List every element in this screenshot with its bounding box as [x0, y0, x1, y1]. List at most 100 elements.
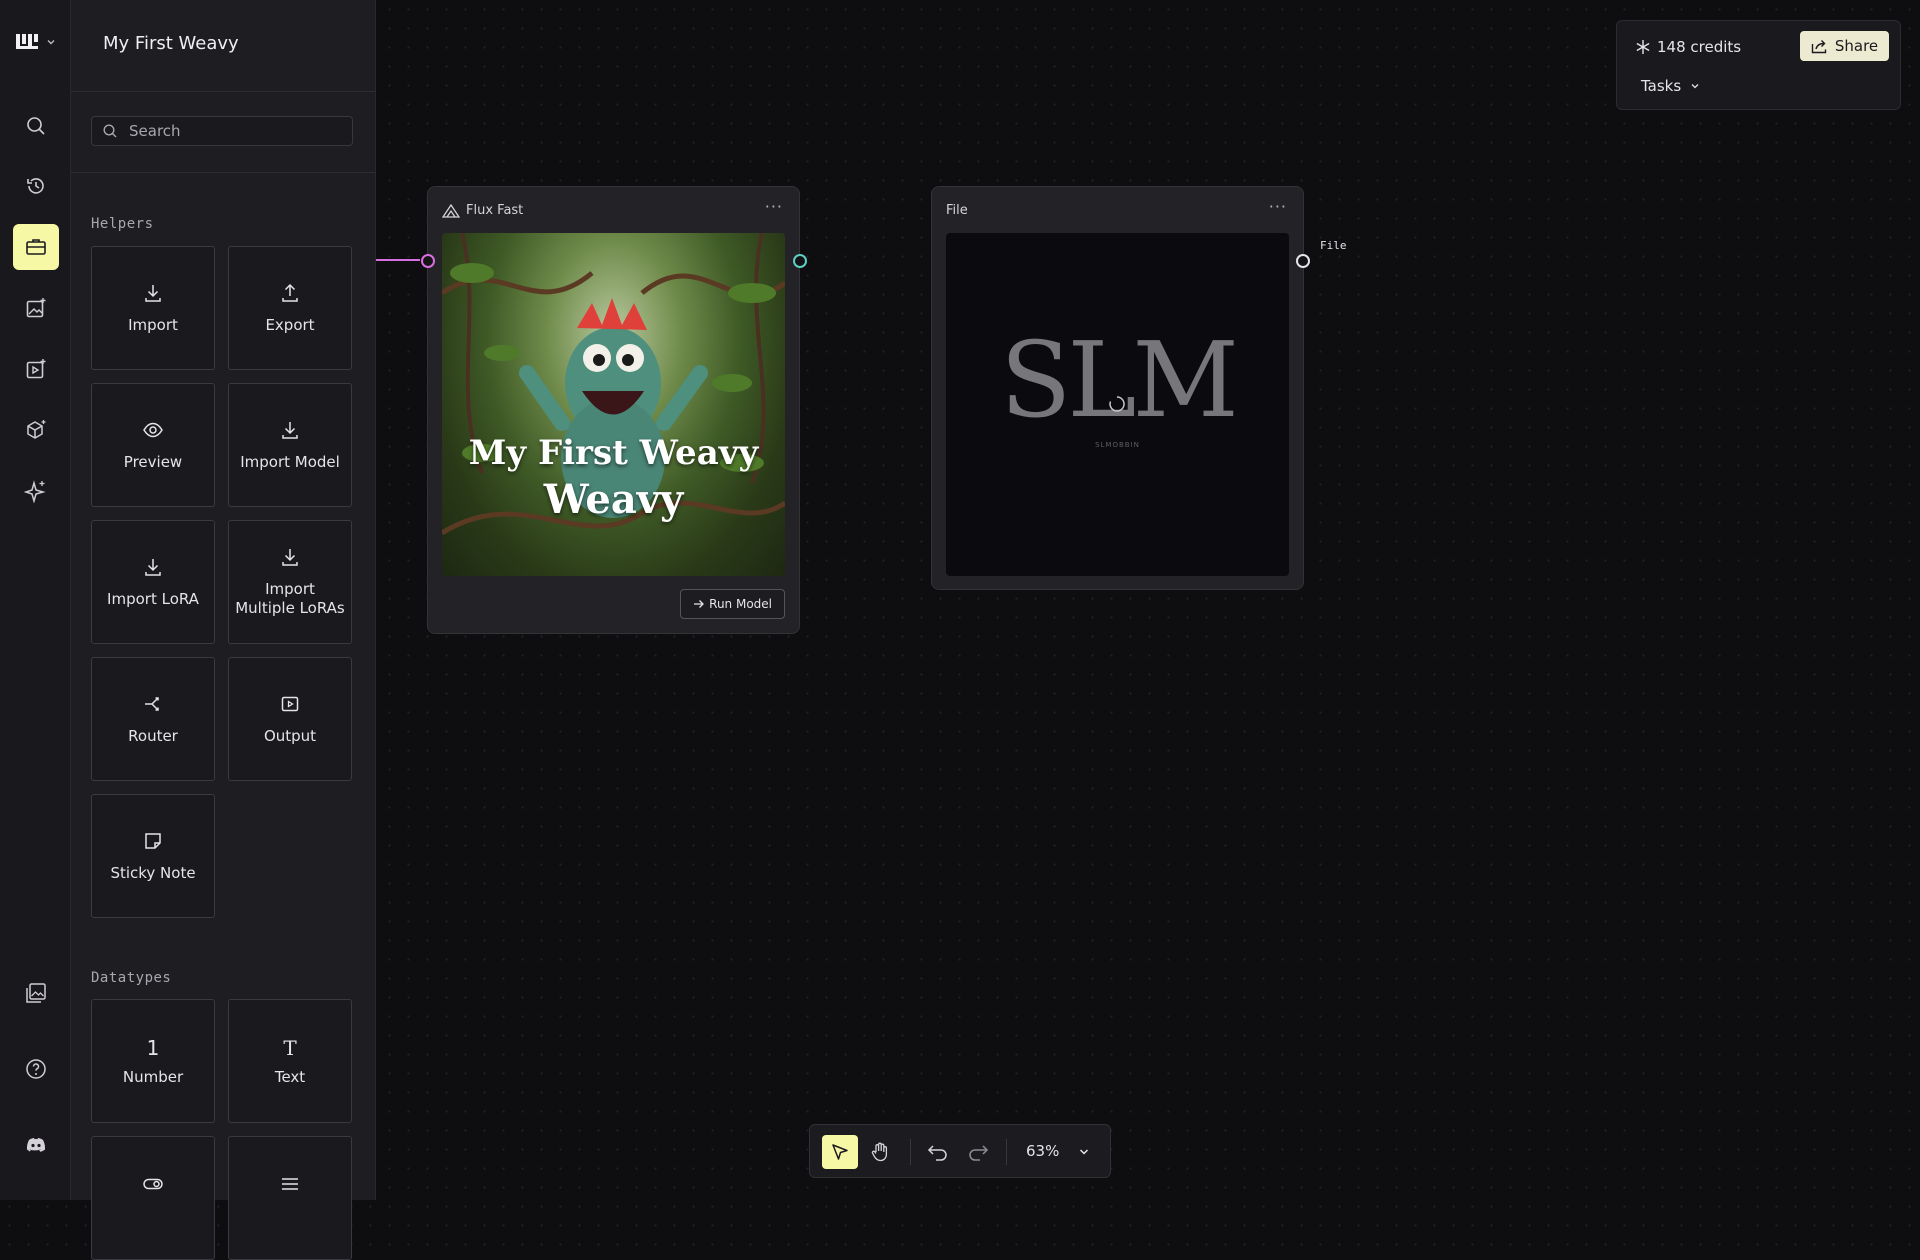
3d-models-rail-button[interactable]	[13, 407, 59, 453]
redo-button[interactable]	[960, 1135, 996, 1169]
tile-label: Preview	[123, 452, 183, 471]
toolbar-separator	[910, 1139, 911, 1165]
router-icon	[145, 696, 159, 711]
tasks-label: Tasks	[1641, 77, 1682, 95]
chevron-down-icon	[1691, 84, 1699, 89]
asterisk-icon	[1636, 40, 1650, 54]
chevron-down-icon	[1079, 1149, 1089, 1155]
help-rail-button[interactable]	[13, 1046, 59, 1092]
helper-tile-output[interactable]: Output	[228, 657, 352, 781]
discord-rail-button[interactable]	[13, 1122, 59, 1168]
weavy-logo-icon	[16, 34, 38, 49]
toggle-icon	[143, 1178, 163, 1190]
node-title: File	[946, 203, 968, 218]
jungle-scene-illustration	[442, 233, 785, 536]
search-box[interactable]	[91, 116, 353, 146]
divider	[71, 172, 375, 173]
node-more-button[interactable]: ···	[765, 197, 783, 216]
select-tool-button[interactable]	[822, 1135, 858, 1169]
search-rail-button[interactable]	[13, 103, 59, 149]
loading-spinner-icon	[1109, 396, 1125, 412]
node-more-button[interactable]: ···	[1269, 197, 1287, 216]
helper-tile-preview[interactable]: Preview	[91, 383, 215, 507]
gallery-icon	[26, 983, 46, 1003]
tile-label: Text	[274, 1067, 306, 1086]
generated-image: My First Weavy Weavy	[442, 233, 785, 576]
hand-tool-button[interactable]	[862, 1135, 898, 1169]
output-icon	[281, 696, 299, 711]
share-label: Share	[1834, 37, 1879, 55]
gallery-rail-button[interactable]	[13, 970, 59, 1016]
zoom-dropdown-button[interactable]	[1066, 1135, 1102, 1169]
flux-fast-node[interactable]: Flux Fast ··· My First Weavy Weavy Run M…	[427, 186, 800, 634]
download-icon	[282, 549, 298, 566]
tile-label: Import Multiple LoRAs	[235, 580, 345, 617]
datatype-tile-list[interactable]	[228, 1136, 352, 1260]
sparkles-icon	[24, 480, 46, 503]
node-header: Flux Fast	[442, 203, 523, 218]
datatype-tile-toggle[interactable]	[91, 1136, 215, 1260]
flux-logo-icon	[442, 203, 460, 218]
search-input[interactable]	[127, 121, 331, 141]
redo-icon	[969, 1145, 989, 1161]
helper-tile-import-model[interactable]: Import Model	[228, 383, 352, 507]
flux-output-port[interactable]	[793, 254, 807, 268]
search-icon	[103, 124, 117, 138]
image-models-rail-button[interactable]	[13, 285, 59, 331]
project-title[interactable]: My First Weavy	[103, 33, 239, 54]
run-model-button[interactable]: Run Model	[680, 589, 785, 619]
toolbar-separator	[1006, 1139, 1007, 1165]
helper-tile-export[interactable]: Export	[228, 246, 352, 370]
menu-lines-icon	[282, 1178, 298, 1190]
helpers-section-label: Helpers	[91, 216, 154, 232]
search-icon	[27, 117, 45, 135]
upload-icon	[282, 283, 298, 302]
file-preview: SLM SLMOBBIN	[946, 233, 1289, 576]
weavy-logo-menu[interactable]	[14, 30, 58, 54]
datatype-tile-number[interactable]: 1 Number	[91, 999, 215, 1123]
share-icon	[1811, 39, 1827, 53]
credits-indicator[interactable]: 148 credits	[1635, 38, 1741, 56]
helper-tile-import-multiple-loras[interactable]: Import Multiple LoRAs	[228, 520, 352, 644]
help-icon	[26, 1059, 46, 1079]
toolbox-rail-button[interactable]	[13, 224, 59, 270]
zoom-level[interactable]: 63%	[1026, 1142, 1059, 1160]
credits-text: 148 credits	[1657, 38, 1742, 56]
history-icon	[27, 178, 44, 194]
datatype-tile-text[interactable]: T Text	[228, 999, 352, 1123]
share-button[interactable]: Share	[1800, 31, 1889, 61]
slm-logo-text: SLM	[1000, 319, 1239, 441]
helper-tile-import-lora[interactable]: Import LoRA	[91, 520, 215, 644]
video-models-rail-button[interactable]	[13, 346, 59, 392]
tile-label: Output	[263, 726, 317, 745]
cube-sparkle-icon	[27, 420, 46, 439]
helper-tile-sticky-note[interactable]: Sticky Note	[91, 794, 215, 918]
download-icon	[145, 558, 161, 576]
undo-button[interactable]	[920, 1135, 956, 1169]
discord-icon	[26, 1138, 46, 1152]
tile-label: Sticky Note	[110, 863, 196, 882]
briefcase-icon	[26, 239, 46, 255]
helper-tile-import[interactable]: Import	[91, 246, 215, 370]
helper-tile-router[interactable]: Router	[91, 657, 215, 781]
slm-logo-subtext: SLMOBBIN	[1095, 441, 1140, 449]
file-node[interactable]: File ··· SLM SLMOBBIN	[931, 186, 1304, 590]
sticky-note-icon	[145, 832, 161, 849]
cursor-icon	[832, 1144, 848, 1160]
node-title: Flux Fast	[466, 203, 524, 218]
number-icon: 1	[146, 1035, 160, 1060]
tile-label: Export	[265, 315, 315, 334]
download-icon	[145, 284, 161, 302]
tile-label: Import Model	[240, 452, 340, 471]
download-icon	[282, 421, 298, 439]
arrow-right-icon	[694, 600, 705, 608]
file-output-port[interactable]	[1296, 254, 1310, 268]
history-rail-button[interactable]	[13, 163, 59, 209]
flux-input-port[interactable]	[421, 254, 435, 268]
tasks-dropdown[interactable]: Tasks	[1641, 77, 1700, 95]
image-caption-line1: My First Weavy	[468, 433, 759, 473]
node-header: File	[946, 203, 968, 218]
icon-rail	[0, 0, 71, 1200]
connection-edge[interactable]	[376, 259, 420, 261]
ai-tools-rail-button[interactable]	[13, 468, 59, 514]
